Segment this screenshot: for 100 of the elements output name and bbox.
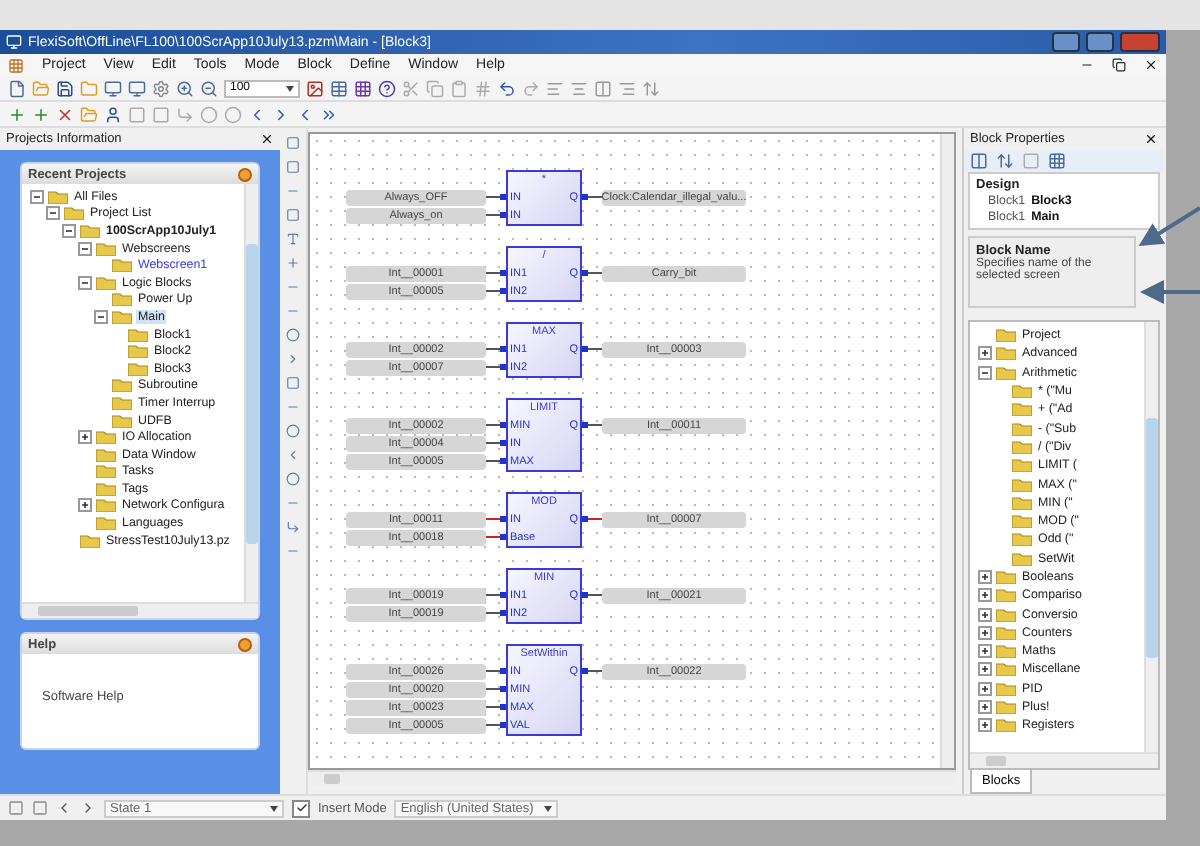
square-icon[interactable]	[286, 376, 300, 390]
square-icon[interactable]	[128, 105, 146, 123]
monitor-icon[interactable]	[104, 79, 122, 97]
expand-icon[interactable]	[978, 570, 992, 584]
redo-icon[interactable]	[522, 79, 540, 97]
close-icon[interactable]	[1144, 58, 1158, 72]
folder-icon[interactable]	[80, 105, 98, 123]
save-icon[interactable]	[56, 79, 74, 97]
collapse-icon[interactable]	[978, 365, 992, 380]
connector-wire	[582, 194, 602, 200]
expand-icon[interactable]	[978, 644, 992, 659]
close-icon[interactable]	[1144, 132, 1158, 146]
expand-icon[interactable]	[78, 430, 92, 445]
align-center-icon[interactable]	[570, 79, 588, 97]
grid-icon[interactable]	[354, 79, 372, 97]
arrow-icon[interactable]	[176, 105, 194, 123]
forward-icon[interactable]	[272, 105, 290, 123]
expand-icon[interactable]	[978, 718, 992, 733]
add-icon[interactable]	[286, 256, 300, 270]
connector-wire	[582, 592, 602, 598]
copy-icon[interactable]	[426, 79, 444, 97]
sort-icon[interactable]	[996, 152, 1014, 170]
scrollbar[interactable]	[940, 134, 954, 768]
text-icon[interactable]	[286, 232, 300, 246]
align-right-icon[interactable]	[618, 79, 636, 97]
square-icon[interactable]	[286, 136, 300, 150]
collapse-icon[interactable]	[238, 637, 252, 651]
delete-icon[interactable]	[56, 105, 74, 123]
user-icon[interactable]	[104, 105, 122, 123]
scrollbar[interactable]	[308, 770, 956, 786]
expand-icon[interactable]	[978, 588, 992, 603]
square-icon[interactable]	[152, 105, 170, 123]
zoom-out-icon[interactable]	[200, 79, 218, 97]
expand-icon[interactable]	[978, 625, 992, 640]
circle-icon[interactable]	[224, 105, 242, 123]
scrollbar[interactable]	[1144, 322, 1158, 752]
connector-wire	[582, 668, 602, 674]
expand-icon[interactable]	[978, 662, 992, 677]
circle-icon[interactable]	[286, 328, 300, 342]
square-icon[interactable]	[286, 208, 300, 222]
categorized-icon[interactable]	[970, 152, 988, 170]
add-icon[interactable]	[32, 105, 50, 123]
close-icon[interactable]	[260, 132, 274, 146]
circle-icon[interactable]	[286, 472, 300, 486]
diagram-canvas[interactable]	[308, 132, 956, 770]
callout-arrow	[1138, 206, 1200, 247]
fast-forward-icon[interactable]	[320, 105, 338, 123]
picture-icon[interactable]	[306, 79, 324, 97]
grid-icon[interactable]	[1048, 152, 1066, 170]
collapse-icon[interactable]	[238, 167, 252, 181]
collapse-icon[interactable]	[78, 275, 92, 290]
checkbox[interactable]	[292, 799, 310, 817]
paste-icon[interactable]	[450, 79, 468, 97]
connector-wire	[582, 270, 602, 276]
arrow-icon[interactable]	[286, 520, 300, 534]
back-icon[interactable]	[248, 105, 266, 123]
columns-icon[interactable]	[594, 79, 612, 97]
help-icon[interactable]	[378, 79, 396, 97]
collapse-icon[interactable]	[94, 309, 108, 324]
minimize-button[interactable]	[1052, 32, 1080, 52]
back-icon[interactable]	[56, 800, 72, 816]
maximize-button[interactable]	[1086, 32, 1114, 52]
caret-icon[interactable]	[544, 805, 553, 811]
square-icon[interactable]	[8, 800, 24, 816]
forward-icon[interactable]	[80, 800, 96, 816]
expand-icon[interactable]	[78, 498, 92, 513]
circle-icon[interactable]	[286, 424, 300, 438]
expand-icon[interactable]	[978, 700, 992, 715]
add-icon[interactable]	[8, 105, 26, 123]
sort-icon[interactable]	[642, 79, 660, 97]
expand-icon[interactable]	[978, 346, 992, 361]
connector-wire	[582, 422, 602, 428]
collapse-icon[interactable]	[62, 223, 76, 238]
zoom-in-icon[interactable]	[176, 79, 194, 97]
restore-icon[interactable]	[1112, 58, 1126, 72]
minimize-icon[interactable]	[1080, 58, 1094, 72]
settings-icon[interactable]	[152, 79, 170, 97]
collapse-icon[interactable]	[78, 241, 92, 256]
caret-icon[interactable]	[286, 85, 294, 91]
align-left-icon[interactable]	[546, 79, 564, 97]
square-icon[interactable]	[286, 160, 300, 174]
monitor-icon[interactable]	[128, 79, 146, 97]
folder-icon[interactable]	[80, 79, 98, 97]
caret-icon[interactable]	[270, 805, 278, 811]
expand-icon[interactable]	[978, 681, 992, 696]
square-icon[interactable]	[32, 800, 48, 816]
new-file-icon[interactable]	[8, 79, 26, 97]
cut-icon[interactable]	[402, 79, 420, 97]
circle-icon[interactable]	[200, 105, 218, 123]
scrollbar[interactable]	[970, 752, 1158, 768]
app-menu-icon[interactable]	[8, 57, 24, 73]
open-folder-icon[interactable]	[32, 79, 50, 97]
table-icon[interactable]	[330, 79, 348, 97]
back-icon[interactable]	[296, 105, 314, 123]
scrollbar[interactable]	[244, 184, 258, 602]
scrollbar[interactable]	[22, 602, 258, 618]
undo-icon[interactable]	[498, 79, 516, 97]
collapse-icon[interactable]	[46, 206, 60, 221]
collapse-icon[interactable]	[30, 189, 44, 204]
expand-icon[interactable]	[978, 607, 992, 622]
